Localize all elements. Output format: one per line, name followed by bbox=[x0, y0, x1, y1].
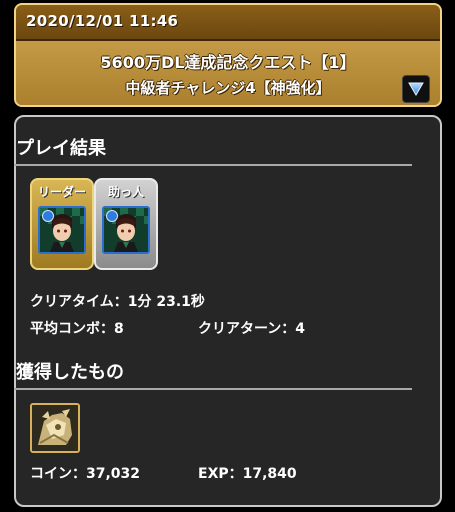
quest-title: 5600万DL達成記念クエスト【1】 bbox=[100, 53, 356, 72]
quest-header: 2020/12/01 11:46 5600万DL達成記念クエスト【1】 中級者チ… bbox=[14, 3, 442, 107]
exp-earned: EXP：17,840 bbox=[198, 466, 297, 482]
play-result-heading: プレイ結果 bbox=[16, 138, 106, 159]
quest-datetime: 2020/12/01 11:46 bbox=[26, 12, 179, 30]
quest-subtitle: 中級者チャレンジ4【神強化】 bbox=[125, 79, 331, 97]
leader-label: リーダー bbox=[37, 185, 86, 199]
divider bbox=[14, 388, 412, 390]
leader-portrait bbox=[38, 206, 86, 254]
average-combo: 平均コンボ：8 bbox=[30, 321, 124, 337]
clear-time: クリアタイム：1分 23.1秒 bbox=[30, 294, 205, 310]
clear-turns: クリアターン：4 bbox=[198, 321, 306, 337]
triangle-down-icon bbox=[408, 82, 424, 96]
reward-item[interactable] bbox=[30, 403, 80, 453]
expand-button[interactable] bbox=[402, 75, 430, 103]
reward-monster-icon bbox=[32, 405, 78, 451]
rewards-heading: 獲得したもの bbox=[16, 362, 124, 383]
helper-portrait bbox=[102, 206, 150, 254]
water-attribute-icon bbox=[106, 210, 118, 222]
coin-earned: コイン：37,032 bbox=[30, 466, 141, 482]
water-attribute-icon bbox=[42, 210, 54, 222]
leader-card[interactable]: リーダー bbox=[30, 178, 94, 270]
helper-card[interactable]: 助っ人 bbox=[94, 178, 158, 270]
helper-label: 助っ人 bbox=[107, 185, 144, 199]
divider bbox=[14, 164, 412, 166]
